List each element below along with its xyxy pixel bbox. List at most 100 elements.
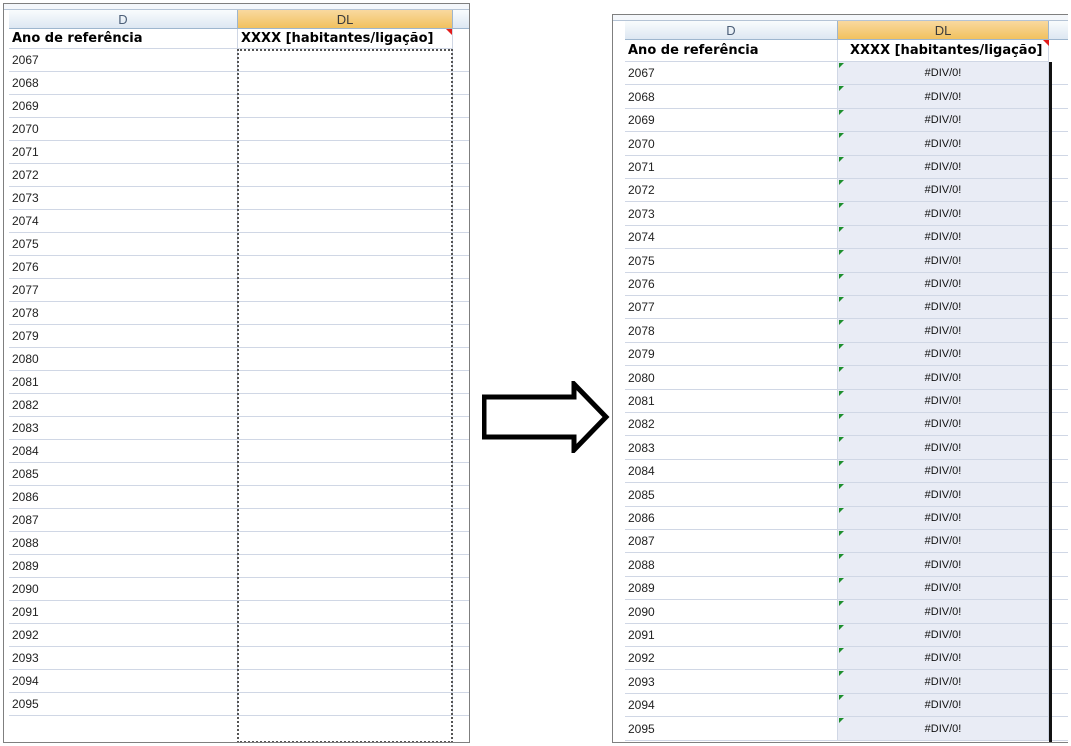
cell-value-error[interactable]: #DIV/0! <box>838 390 1049 413</box>
cell-year[interactable]: 2094 <box>9 670 238 693</box>
cell-next[interactable] <box>453 463 469 486</box>
cell-value-error[interactable]: #DIV/0! <box>838 553 1049 577</box>
cell-year[interactable]: 2080 <box>9 348 238 371</box>
cell-next[interactable] <box>453 486 469 509</box>
cell-next[interactable] <box>1052 109 1068 132</box>
cell-year[interactable]: 2088 <box>9 532 238 555</box>
cell-year[interactable]: 2089 <box>625 577 838 600</box>
cell-next[interactable] <box>453 624 469 647</box>
error-indicator[interactable] <box>839 508 844 513</box>
cell-year[interactable]: 2095 <box>625 717 838 741</box>
error-indicator[interactable] <box>839 554 844 559</box>
error-indicator[interactable] <box>839 344 844 349</box>
cell-year[interactable]: 2090 <box>9 578 238 601</box>
cell-next[interactable] <box>1052 296 1068 319</box>
cell-year[interactable]: 2068 <box>9 72 238 95</box>
column-header-next[interactable] <box>1049 21 1068 40</box>
error-indicator[interactable] <box>839 718 844 723</box>
cell-year[interactable]: 2076 <box>625 273 838 296</box>
cell-next[interactable] <box>1052 226 1068 249</box>
cell-value-error[interactable]: #DIV/0! <box>838 273 1049 296</box>
cell-next[interactable] <box>1052 530 1068 553</box>
error-indicator[interactable] <box>839 695 844 700</box>
cell-next[interactable] <box>453 164 469 187</box>
cell-year[interactable]: 2072 <box>625 179 838 202</box>
cell-next[interactable] <box>453 233 469 256</box>
cell-year[interactable]: 2077 <box>9 279 238 302</box>
error-indicator[interactable] <box>839 110 844 115</box>
cell-next[interactable] <box>1052 366 1068 390</box>
error-indicator[interactable] <box>839 63 844 68</box>
cell-value-error[interactable]: #DIV/0! <box>838 249 1049 273</box>
cell-year[interactable]: 2068 <box>625 85 838 109</box>
cell-year[interactable]: 2083 <box>625 436 838 460</box>
cell-value-error[interactable]: #DIV/0! <box>838 600 1049 624</box>
error-indicator[interactable] <box>839 227 844 232</box>
cell-value-error[interactable]: #DIV/0! <box>838 694 1049 717</box>
cell-value-error[interactable]: #DIV/0! <box>838 366 1049 390</box>
cell-next[interactable] <box>453 141 469 164</box>
cell-year[interactable]: 2086 <box>9 486 238 509</box>
cell-year[interactable]: 2075 <box>9 233 238 256</box>
cell-next[interactable] <box>1052 343 1068 366</box>
cell-next[interactable] <box>1052 179 1068 202</box>
cell-year[interactable]: 2091 <box>9 601 238 624</box>
cell-value-error[interactable]: #DIV/0! <box>838 413 1049 436</box>
cell-next[interactable] <box>453 49 469 72</box>
cell-value-error[interactable]: #DIV/0! <box>838 109 1049 132</box>
cell-value-error[interactable]: #DIV/0! <box>838 296 1049 319</box>
column-header-dl[interactable]: DL <box>838 21 1049 40</box>
cell-value-error[interactable]: #DIV/0! <box>838 62 1049 85</box>
error-indicator[interactable] <box>839 297 844 302</box>
error-indicator[interactable] <box>839 274 844 279</box>
cell-next[interactable] <box>453 210 469 233</box>
cell-year[interactable]: 2083 <box>9 417 238 440</box>
cell-year[interactable]: 2071 <box>9 141 238 164</box>
cell-year[interactable]: 2087 <box>9 509 238 532</box>
error-indicator[interactable] <box>839 671 844 676</box>
cell-year[interactable]: 2069 <box>9 95 238 118</box>
cell-year[interactable]: 2073 <box>625 202 838 226</box>
cell-year[interactable]: 2067 <box>625 62 838 85</box>
cell-next[interactable] <box>1052 483 1068 507</box>
cell-value-error[interactable]: #DIV/0! <box>838 530 1049 553</box>
cell-year[interactable]: 2073 <box>9 187 238 210</box>
cell-value-error[interactable]: #DIV/0! <box>838 85 1049 109</box>
cell-year[interactable]: 2091 <box>625 624 838 647</box>
cell-value-error[interactable]: #DIV/0! <box>838 156 1049 179</box>
cell-value-error[interactable]: #DIV/0! <box>838 202 1049 226</box>
cell-next[interactable] <box>453 118 469 141</box>
cell-next[interactable] <box>1052 577 1068 600</box>
error-indicator[interactable] <box>839 414 844 419</box>
cell-next[interactable] <box>1052 390 1068 413</box>
cell-value-error[interactable]: #DIV/0! <box>838 179 1049 202</box>
cell-year[interactable]: 2093 <box>9 647 238 670</box>
header-habitantes-ligacao[interactable]: XXXX [habitantes/ligação] <box>838 40 1049 62</box>
cell-year[interactable]: 2067 <box>9 49 238 72</box>
cell-next[interactable] <box>1052 670 1068 694</box>
cell-value-error[interactable]: #DIV/0! <box>838 670 1049 694</box>
cell-year[interactable]: 2089 <box>9 555 238 578</box>
cell-next[interactable] <box>1052 413 1068 436</box>
cell-next[interactable] <box>1052 273 1068 296</box>
cell-next[interactable] <box>453 509 469 532</box>
column-header-d[interactable]: D <box>625 21 838 40</box>
cell-value-error[interactable]: #DIV/0! <box>838 319 1049 343</box>
cell-year[interactable]: 2070 <box>9 118 238 141</box>
cell-value-error[interactable]: #DIV/0! <box>838 132 1049 156</box>
cell-year[interactable]: 2070 <box>625 132 838 156</box>
error-indicator[interactable] <box>839 86 844 91</box>
cell-year[interactable]: 2081 <box>625 390 838 413</box>
error-indicator[interactable] <box>839 648 844 653</box>
column-header-next[interactable] <box>453 10 469 29</box>
error-indicator[interactable] <box>839 578 844 583</box>
cell-next[interactable] <box>1052 132 1068 156</box>
cell-next[interactable] <box>1052 600 1068 624</box>
cell-next[interactable] <box>1052 647 1068 670</box>
error-indicator[interactable] <box>839 133 844 138</box>
cell-next[interactable] <box>453 256 469 279</box>
cell-next[interactable] <box>1052 624 1068 647</box>
error-indicator[interactable] <box>839 531 844 536</box>
error-indicator[interactable] <box>839 367 844 372</box>
cell-year[interactable]: 2071 <box>625 156 838 179</box>
